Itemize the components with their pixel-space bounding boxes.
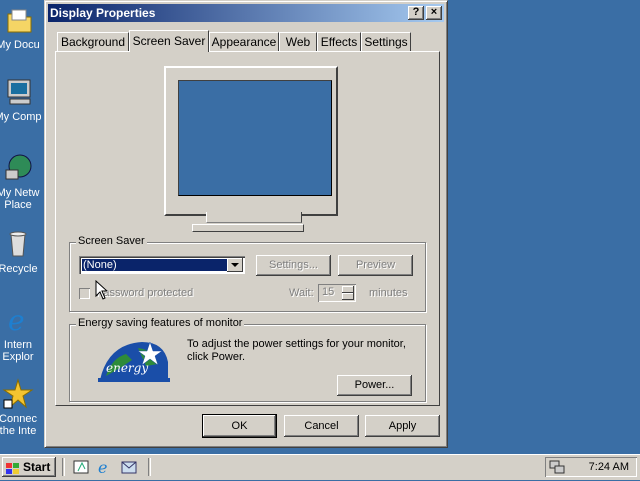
svg-text:e: e bbox=[8, 304, 25, 336]
desktop-icon-internet-explorer[interactable]: e Intern Explor bbox=[0, 304, 48, 363]
windows-logo-icon bbox=[6, 461, 20, 474]
monitor-base bbox=[192, 224, 304, 232]
network-tray-icon[interactable] bbox=[549, 459, 565, 475]
energy-group-title: Energy saving features of monitor bbox=[76, 317, 245, 329]
svg-text:e: e bbox=[98, 459, 107, 475]
clock[interactable]: 7:24 AM bbox=[589, 461, 629, 473]
close-button[interactable]: × bbox=[426, 6, 442, 20]
display-properties-window: Display Properties ? × Background Screen… bbox=[44, 0, 448, 448]
desktop-icon-my-computer[interactable]: My Comp bbox=[0, 76, 48, 123]
spin-up-icon[interactable] bbox=[342, 286, 354, 293]
preview-button[interactable]: Preview bbox=[338, 255, 413, 276]
folder-icon bbox=[2, 4, 34, 36]
settings-button[interactable]: Settings... bbox=[256, 255, 331, 276]
title-bar[interactable]: Display Properties ? × bbox=[48, 4, 444, 22]
monitor-stand bbox=[206, 212, 302, 223]
ok-button[interactable]: OK bbox=[202, 414, 277, 438]
power-button[interactable]: Power... bbox=[337, 375, 412, 396]
screen-saver-group-title: Screen Saver bbox=[76, 235, 147, 247]
minutes-label: minutes bbox=[369, 287, 408, 299]
recycle-bin-icon bbox=[2, 228, 34, 260]
spin-down-icon[interactable] bbox=[342, 293, 354, 300]
taskbar-separator-2 bbox=[148, 458, 151, 476]
wait-label: Wait: bbox=[289, 287, 314, 299]
wait-minutes-value: 15 bbox=[322, 286, 335, 298]
taskbar: Start e 7:24 AM bbox=[0, 454, 640, 480]
energy-star-logo: energy bbox=[98, 338, 170, 382]
energy-saving-group: Energy saving features of monitor energy… bbox=[69, 317, 426, 402]
apply-button[interactable]: Apply bbox=[365, 415, 440, 437]
show-desktop-icon[interactable] bbox=[72, 459, 90, 475]
taskbar-separator bbox=[62, 458, 65, 476]
tab-settings[interactable]: Settings bbox=[361, 32, 411, 51]
desktop-icon-recycle-bin[interactable]: Recycle bbox=[0, 228, 48, 275]
tab-background[interactable]: Background bbox=[57, 32, 129, 51]
network-icon bbox=[2, 152, 34, 184]
screen-saver-select[interactable]: (None) bbox=[79, 256, 245, 274]
screen-saver-selected-value: (None) bbox=[81, 258, 229, 272]
system-tray: 7:24 AM bbox=[545, 457, 637, 477]
tab-web[interactable]: Web bbox=[279, 32, 317, 51]
password-protected-label: Password protected bbox=[96, 287, 194, 299]
chevron-down-icon[interactable] bbox=[227, 258, 243, 272]
outlook-quicklaunch-icon[interactable] bbox=[120, 459, 138, 475]
password-protected-checkbox[interactable] bbox=[79, 288, 90, 299]
monitor-preview bbox=[164, 66, 338, 216]
wait-minutes-spinner[interactable]: 15 bbox=[318, 284, 356, 302]
desktop-icon-connect-internet[interactable]: Connec the Inte bbox=[0, 378, 48, 437]
tab-effects[interactable]: Effects bbox=[317, 32, 361, 51]
ie-icon: e bbox=[2, 304, 34, 337]
svg-text:energy: energy bbox=[106, 361, 148, 375]
help-button[interactable]: ? bbox=[408, 6, 424, 20]
preview-screen bbox=[178, 80, 332, 196]
tab-screen-saver[interactable]: Screen Saver bbox=[129, 30, 209, 52]
start-label: Start bbox=[23, 460, 51, 474]
connect-icon bbox=[2, 378, 34, 410]
screen-saver-panel: Screen Saver (None) Settings... Preview … bbox=[55, 51, 440, 406]
ie-quicklaunch-icon[interactable]: e bbox=[96, 458, 114, 477]
desktop-icon-my-documents[interactable]: My Docu bbox=[0, 4, 48, 51]
start-button[interactable]: Start bbox=[2, 457, 56, 477]
cancel-button[interactable]: Cancel bbox=[284, 415, 359, 437]
energy-description: To adjust the power settings for your mo… bbox=[187, 338, 406, 363]
computer-icon bbox=[2, 76, 34, 108]
mouse-cursor bbox=[95, 279, 109, 303]
desktop-icon-my-network-places[interactable]: My Netw Place bbox=[0, 152, 48, 211]
window-title: Display Properties bbox=[50, 6, 156, 20]
tab-appearance[interactable]: Appearance bbox=[209, 32, 279, 51]
screen-saver-group: Screen Saver (None) Settings... Preview … bbox=[69, 235, 426, 312]
